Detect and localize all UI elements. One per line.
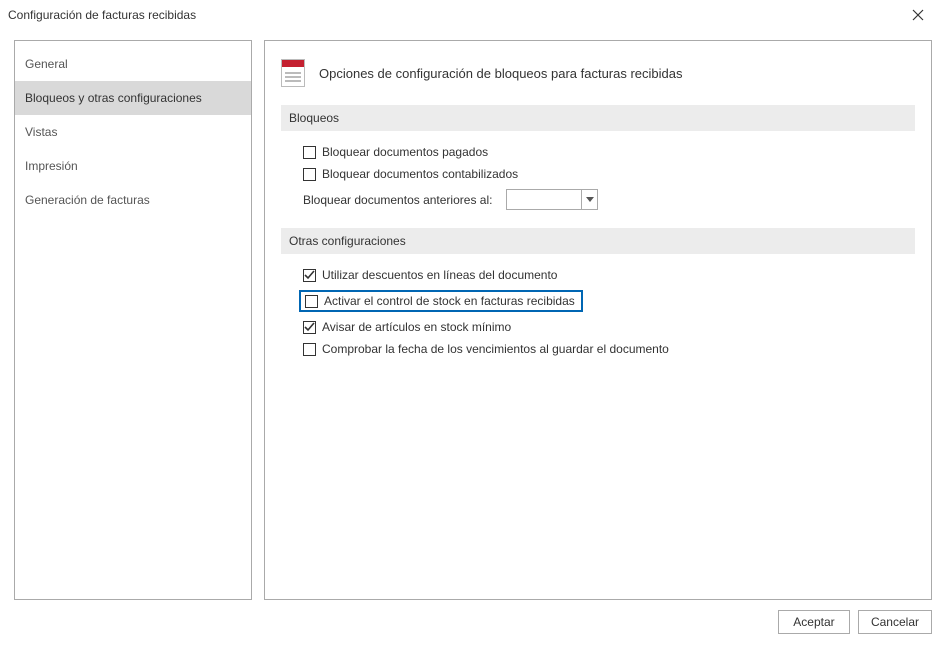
close-icon: [912, 9, 924, 21]
checkbox-stock-control[interactable]: Activar el control de stock en facturas …: [299, 290, 583, 312]
checkbox-label: Comprobar la fecha de los vencimientos a…: [322, 342, 669, 356]
close-button[interactable]: [898, 0, 938, 30]
checkbox-block-paid[interactable]: Bloquear documentos pagados: [303, 141, 915, 163]
dialog-buttons: Aceptar Cancelar: [14, 600, 932, 634]
checkbox-icon: [303, 269, 316, 282]
section-header-otras: Otras configuraciones: [281, 228, 915, 254]
checkbox-use-discounts[interactable]: Utilizar descuentos en líneas del docume…: [303, 264, 915, 286]
sidebar-item-generacion[interactable]: Generación de facturas: [15, 183, 251, 217]
checkbox-label: Activar el control de stock en facturas …: [324, 294, 575, 308]
page-heading: Opciones de configuración de bloqueos pa…: [281, 59, 915, 87]
title-bar: Configuración de facturas recibidas: [0, 0, 946, 30]
sidebar-item-vistas[interactable]: Vistas: [15, 115, 251, 149]
checkbox-label: Utilizar descuentos en líneas del docume…: [322, 268, 557, 282]
accept-button[interactable]: Aceptar: [778, 610, 850, 634]
document-icon: [281, 59, 305, 87]
checkbox-stock-control-row: Activar el control de stock en facturas …: [303, 286, 915, 316]
sidebar: General Bloqueos y otras configuraciones…: [14, 40, 252, 600]
checkbox-label: Avisar de artículos en stock mínimo: [322, 320, 511, 334]
sidebar-item-bloqueos[interactable]: Bloqueos y otras configuraciones: [15, 81, 251, 115]
checkbox-icon: [303, 321, 316, 334]
cancel-button[interactable]: Cancelar: [858, 610, 932, 634]
checkbox-icon: [305, 295, 318, 308]
checkbox-block-posted[interactable]: Bloquear documentos contabilizados: [303, 163, 915, 185]
date-dropdown-button[interactable]: [581, 190, 597, 209]
chevron-down-icon: [586, 197, 594, 203]
content-panel: Opciones de configuración de bloqueos pa…: [264, 40, 932, 600]
checkbox-min-stock-warn[interactable]: Avisar de artículos en stock mínimo: [303, 316, 915, 338]
section-header-bloqueos: Bloqueos: [281, 105, 915, 131]
checkbox-icon: [303, 168, 316, 181]
checkbox-icon: [303, 343, 316, 356]
page-title: Opciones de configuración de bloqueos pa…: [319, 66, 683, 81]
sidebar-item-general[interactable]: General: [15, 47, 251, 81]
block-before-date-picker[interactable]: [506, 189, 598, 210]
checkbox-icon: [303, 146, 316, 159]
checkbox-label: Bloquear documentos pagados: [322, 145, 488, 159]
row-block-before: Bloquear documentos anteriores al:: [303, 185, 915, 214]
date-input[interactable]: [507, 190, 581, 209]
sidebar-item-impresion[interactable]: Impresión: [15, 149, 251, 183]
checkbox-check-due-date[interactable]: Comprobar la fecha de los vencimientos a…: [303, 338, 915, 360]
checkbox-label: Bloquear documentos contabilizados: [322, 167, 518, 181]
block-before-label: Bloquear documentos anteriores al:: [303, 193, 492, 207]
window-title: Configuración de facturas recibidas: [8, 8, 898, 22]
